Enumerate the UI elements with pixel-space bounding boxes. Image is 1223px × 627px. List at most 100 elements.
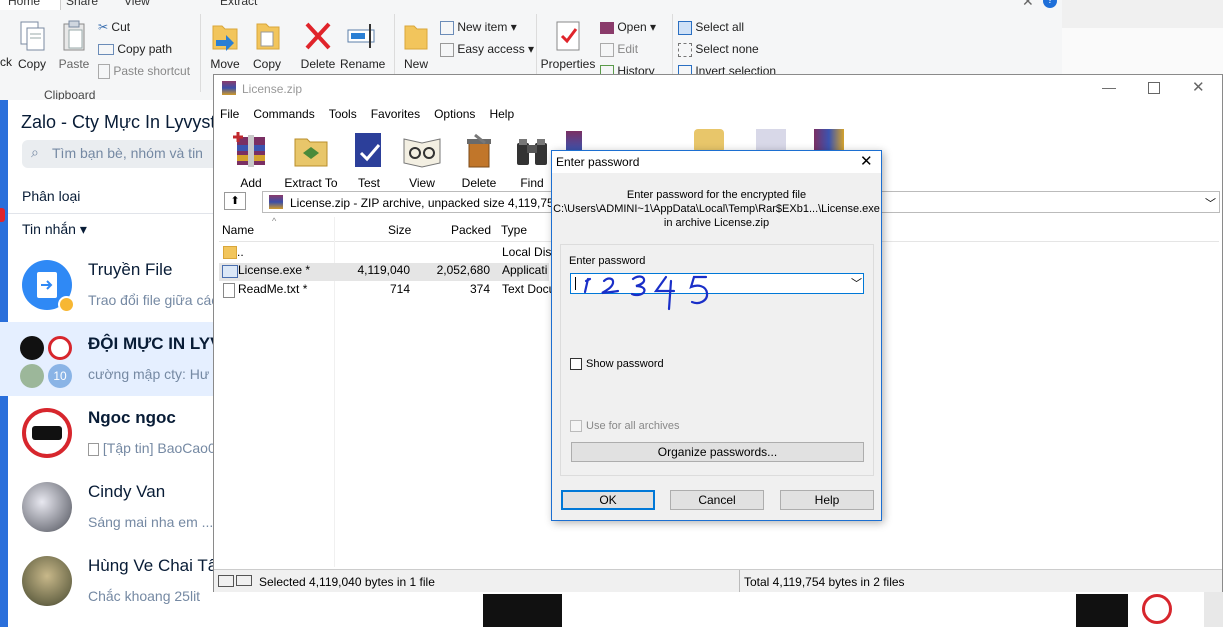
file-type: Local Disk xyxy=(502,245,558,259)
help-button[interactable]: Help xyxy=(780,490,874,510)
col-size[interactable]: Size xyxy=(388,223,411,237)
chevron-down-icon[interactable]: ﹀ xyxy=(851,275,862,291)
select-none-label: Select none xyxy=(695,42,759,56)
chevron-down-icon[interactable]: ﹀ xyxy=(1205,195,1216,211)
handwritten-12345-annotation xyxy=(583,275,709,311)
up-folder-icon[interactable]: ⬆ xyxy=(224,192,246,210)
ok-button[interactable]: OK xyxy=(561,490,655,510)
lyvy-star-logo-icon xyxy=(1142,594,1172,624)
paste-shortcut-label: Paste shortcut xyxy=(113,64,191,78)
help-icon[interactable]: ? xyxy=(1043,0,1057,8)
messages-filter[interactable]: Tin nhắn ▾ xyxy=(22,221,87,238)
tab-home[interactable]: Home xyxy=(8,0,40,8)
minimize-icon[interactable]: — xyxy=(1102,79,1116,95)
file-row-readme-txt[interactable]: ReadMe.txt * 714 374 Text Docu xyxy=(219,282,555,300)
close-icon[interactable]: ✕ xyxy=(1192,78,1205,96)
move-to-icon xyxy=(212,25,238,51)
tab-view[interactable]: View xyxy=(124,0,150,8)
new-folder-button[interactable]: New xyxy=(398,20,434,71)
menu-help[interactable]: Help xyxy=(489,107,514,121)
find-button[interactable]: Find xyxy=(510,131,554,190)
select-all-icon xyxy=(678,20,692,35)
new-item-button[interactable]: New item ▾ xyxy=(440,20,517,35)
divider xyxy=(8,213,215,214)
show-password-checkbox[interactable] xyxy=(570,358,582,370)
avatar xyxy=(20,364,44,388)
paste-shortcut-button[interactable]: Paste shortcut xyxy=(98,64,191,80)
sfx-icon[interactable] xyxy=(814,129,844,151)
file-packed: 374 xyxy=(469,282,490,296)
add-label: Add xyxy=(240,176,262,190)
menu-commands[interactable]: Commands xyxy=(253,107,314,121)
select-none-button[interactable]: Select none xyxy=(678,42,759,57)
easy-access-button[interactable]: Easy access ▾ xyxy=(440,42,534,57)
view-button[interactable]: View xyxy=(400,131,444,190)
copy-button[interactable]: Copy xyxy=(14,20,50,71)
copy-to-button[interactable]: Copy xyxy=(250,20,284,71)
test-button[interactable]: Test xyxy=(348,131,390,190)
paste-icon xyxy=(63,20,85,51)
background-chat-area xyxy=(340,592,1223,627)
file-icon xyxy=(88,442,99,456)
col-packed[interactable]: Packed xyxy=(451,223,491,237)
dark-image-thumbnail xyxy=(1076,594,1128,627)
chat-item-hung-ve-chai[interactable]: Hùng Ve Chai Tân Chắc khoang 25lit xyxy=(0,544,227,618)
open-button[interactable]: Open ▾ xyxy=(600,20,656,34)
tab-share[interactable]: Share xyxy=(66,0,98,8)
delete-button[interactable]: Delete xyxy=(298,20,338,71)
tab-extract[interactable]: Extract xyxy=(220,0,257,8)
winrar-app-icon xyxy=(222,81,236,95)
move-to-button[interactable]: Move xyxy=(208,20,242,71)
copy-icon xyxy=(20,21,45,51)
chat-item-truyen-file[interactable]: Truyền File Trao đổi file giữa các xyxy=(0,248,218,322)
file-row-license-exe[interactable]: License.exe * 4,119,040 2,052,680 Applic… xyxy=(219,263,549,281)
chat-item-cindy-van[interactable]: Cindy Van Sáng mai nha em ... xyxy=(0,470,215,544)
chat-item-doi-muc-in[interactable]: 10 ĐỘI MỰC IN LYV cường mập cty: Hư c xyxy=(0,322,223,396)
info-line-1: Enter password for the encrypted file xyxy=(626,189,807,201)
new-folder-icon xyxy=(404,25,428,50)
menu-file[interactable]: File xyxy=(220,107,239,121)
menu-favorites[interactable]: Favorites xyxy=(371,107,420,121)
window-title: License.zip xyxy=(242,82,303,96)
use-for-all-checkbox[interactable] xyxy=(570,420,582,432)
close-icon[interactable]: ✕ xyxy=(1022,0,1034,10)
easy-access-icon xyxy=(440,42,454,57)
chat-name: ĐỘI MỰC IN LYV xyxy=(88,334,222,353)
menu-options[interactable]: Options xyxy=(434,107,475,121)
properties-button[interactable]: Properties xyxy=(540,20,596,71)
classify-label[interactable]: Phân loại xyxy=(22,188,80,204)
edit-icon xyxy=(600,42,614,57)
easy-access-label: Easy access xyxy=(457,42,525,56)
extract-to-button[interactable]: Extract To xyxy=(282,131,340,190)
open-label: Open xyxy=(617,20,647,34)
menu-tools[interactable]: Tools xyxy=(329,107,357,121)
file-size: 714 xyxy=(389,282,410,296)
file-name: License.exe * xyxy=(238,263,311,277)
close-icon[interactable]: ✕ xyxy=(860,152,873,170)
add-button[interactable]: Add xyxy=(228,131,274,190)
organize-passwords-button[interactable]: Organize passwords... xyxy=(571,442,864,462)
lyvy-star-logo-icon xyxy=(22,408,72,458)
delete-x-icon xyxy=(305,22,331,50)
col-name[interactable]: Name xyxy=(222,223,254,237)
folder-icon xyxy=(223,246,237,259)
maximize-icon[interactable] xyxy=(1148,82,1160,94)
caret-down-icon: ▾ xyxy=(79,221,87,237)
edit-button[interactable]: Edit xyxy=(600,42,638,57)
select-all-button[interactable]: Select all xyxy=(678,20,744,35)
cancel-button[interactable]: Cancel xyxy=(670,490,764,510)
col-type[interactable]: Type xyxy=(501,223,527,237)
search-input[interactable]: ⌕ Tìm bạn bè, nhóm và tin xyxy=(22,140,222,168)
member-count-badge: 10 xyxy=(48,364,72,388)
rename-button[interactable]: Rename xyxy=(340,20,385,71)
test-label: Test xyxy=(357,176,380,190)
file-type: Applicati xyxy=(502,263,548,277)
copy-path-button[interactable]: Copy path xyxy=(98,42,172,56)
delete-archive-button[interactable]: Delete xyxy=(456,131,502,190)
file-row-parent[interactable]: .. Local Disk xyxy=(219,245,557,263)
paste-button[interactable]: Paste xyxy=(56,20,92,71)
cut-button[interactable]: ✂ Cut xyxy=(98,20,130,34)
wizard-icon[interactable] xyxy=(566,131,582,151)
chat-name: Ngoc ngoc xyxy=(88,408,176,427)
chat-item-ngoc-ngoc[interactable]: Ngoc ngoc [Tập tin] BaoCao0 xyxy=(0,396,216,470)
